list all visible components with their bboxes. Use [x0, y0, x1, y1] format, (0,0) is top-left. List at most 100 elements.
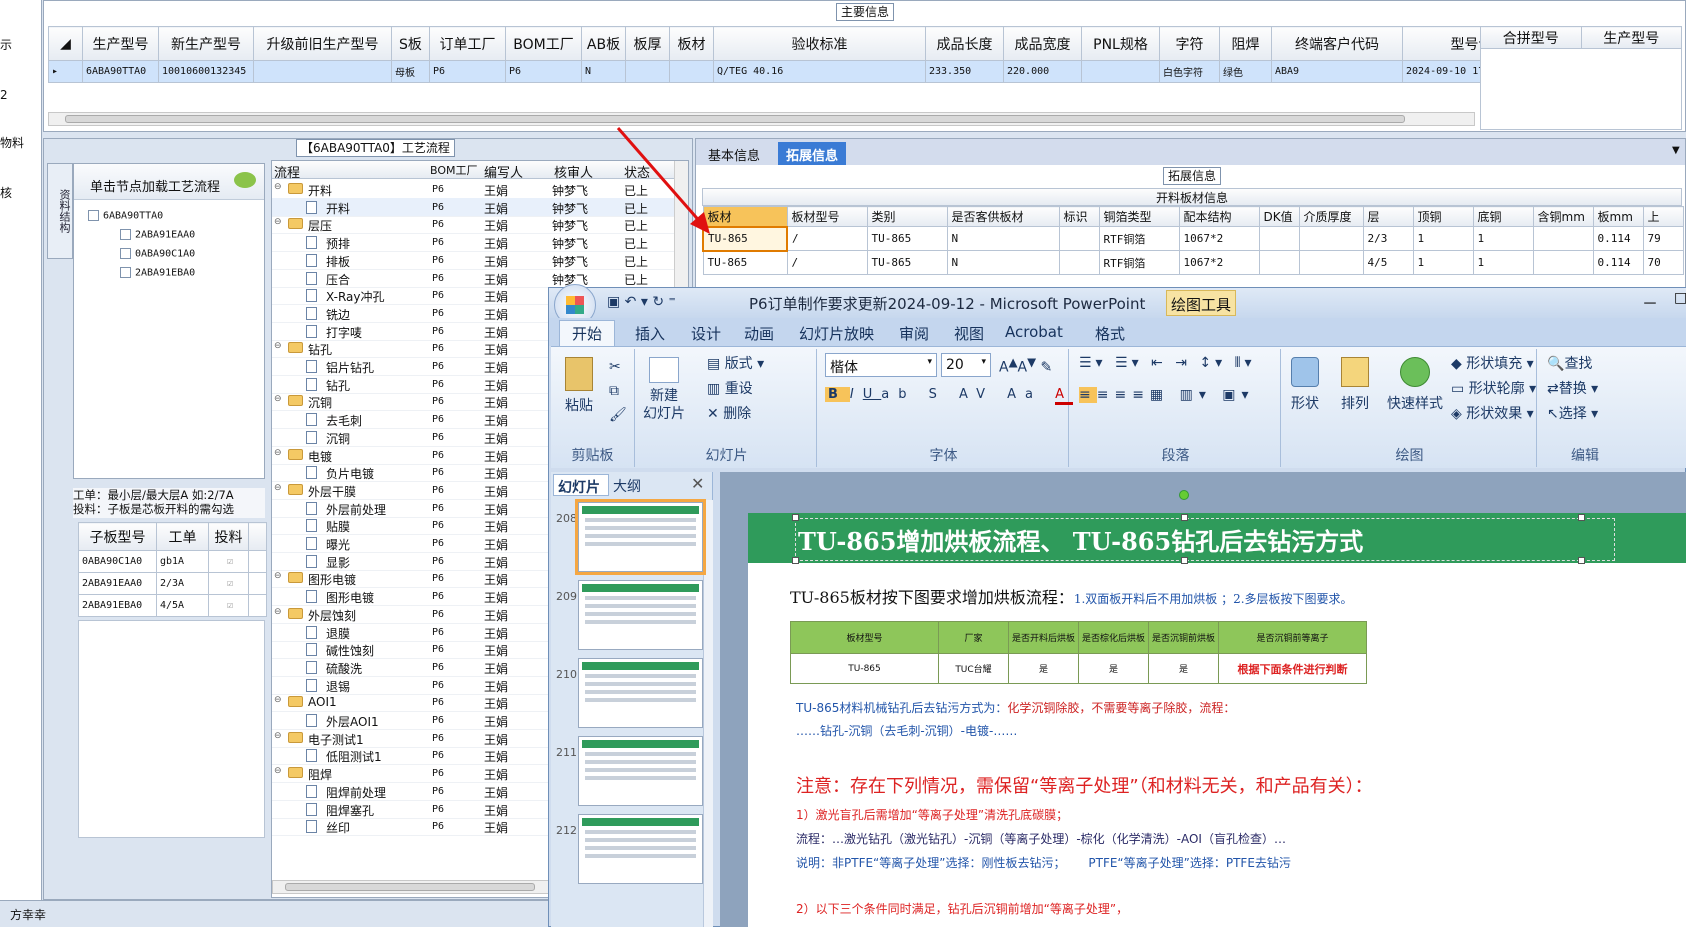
resize-handle[interactable]	[1181, 514, 1188, 521]
shape-effect-button[interactable]: ◈ 形状效果 ▾	[1451, 403, 1534, 423]
col-sub-model[interactable]: 子板型号	[78, 522, 157, 551]
shapes-button[interactable]: 形状	[1291, 357, 1319, 413]
flow-row[interactable]: 排板 P6 王娟 钟梦飞 已上	[272, 251, 674, 270]
tab-home[interactable]: 开始	[559, 320, 616, 346]
tab-format[interactable]: 格式	[1095, 323, 1125, 344]
delete-slide-button[interactable]: ✕ 删除	[707, 403, 751, 423]
col-header[interactable]: 板厚	[625, 26, 670, 61]
table-row[interactable]: TU-865/TU-865 N RTF铜箔 1067*2 2/3 1 1 0.114 79	[702, 225, 1684, 252]
find-button[interactable]: 🔍查找	[1547, 353, 1592, 373]
align-buttons[interactable]: ≡≡≡≡▦ ▥▾ ▣▾	[1079, 387, 1255, 403]
tree-node[interactable]: 2ABA91EBA0	[120, 267, 195, 279]
font-format-buttons[interactable]: B IUab S AV Aa A	[825, 387, 1074, 405]
expand-icon[interactable]: ⊖	[274, 607, 282, 617]
replace-button[interactable]: ⇄替换 ▾	[1547, 378, 1598, 398]
list-buttons[interactable]: ☰▾ ☰▾ ⇤ ⇥ ↕▾ ⫴▾	[1079, 355, 1256, 371]
slide-thumbnail[interactable]	[578, 736, 703, 806]
scroll-thumb[interactable]	[65, 115, 1405, 123]
expand-icon[interactable]: ⊖	[274, 182, 282, 192]
tree-node[interactable]: 2ABA91EAA0	[120, 229, 195, 241]
col-reviewer[interactable]: 核审人	[554, 162, 593, 181]
col-merge-model[interactable]: 合拼型号	[1480, 26, 1582, 49]
resize-handle[interactable]	[792, 557, 799, 564]
col-header[interactable]: DK值	[1258, 206, 1300, 227]
drawing-tools-context-tab[interactable]: 绘图工具	[1166, 290, 1236, 316]
col-header[interactable]: BOM工厂	[505, 26, 582, 61]
tab-review[interactable]: 审阅	[899, 323, 929, 344]
slide-thumbnail[interactable]	[578, 580, 703, 650]
main-hscrollbar[interactable]	[48, 112, 1475, 126]
expand-icon[interactable]: ⊖	[274, 341, 282, 351]
feed-checkbox[interactable]: ☑	[208, 572, 249, 595]
col-workorder[interactable]: 工单	[156, 522, 209, 551]
scroll-thumb[interactable]	[285, 883, 535, 891]
close-pane-icon[interactable]: ✕	[691, 474, 704, 493]
col-flow[interactable]: 流程	[274, 162, 300, 181]
col-header[interactable]: S板	[391, 26, 430, 61]
col-header[interactable]: 配本结构	[1178, 206, 1260, 227]
resize-handle[interactable]	[1578, 557, 1585, 564]
font-size-select[interactable]: 20 ▾	[941, 353, 991, 377]
flow-row[interactable]: 压合 P6 王娟 钟梦飞 已上	[272, 269, 674, 288]
col-header[interactable]: 升级前旧生产型号	[253, 26, 392, 61]
table-row[interactable]: ▸ 6ABA90TTA0 10010600132345 母板 P6 P6 N Q/TEG 40…	[48, 60, 1583, 83]
chat-bubble-icon[interactable]	[234, 172, 256, 188]
grow-font-icon[interactable]: A▲A▼ ✎	[999, 355, 1052, 376]
col-header[interactable]: 成品宽度	[1003, 26, 1082, 61]
expand-icon[interactable]: ⊖	[274, 571, 282, 581]
slide-thumbnail[interactable]	[575, 499, 706, 575]
tab-design[interactable]: 设计	[691, 323, 721, 344]
feed-checkbox[interactable]: ☑	[208, 594, 249, 617]
format-painter-icon[interactable]: 🖌	[609, 407, 627, 423]
table-row[interactable]: 2ABA91EBA0 4/5A ☑	[78, 594, 267, 617]
nav-item-2[interactable]: 2	[0, 88, 8, 102]
nav-item-4[interactable]: 核	[0, 184, 12, 201]
col-header[interactable]: 是否客供板材	[946, 206, 1060, 227]
tree-node[interactable]: 0ABA90C1A0	[120, 248, 195, 260]
thumb-scrollbar[interactable]	[703, 500, 713, 927]
tab-outline[interactable]: 大纲	[613, 476, 641, 496]
col-bom-factory[interactable]: BOM工厂	[430, 162, 478, 178]
font-name-select[interactable]: 楷体 ▾	[825, 353, 937, 377]
resize-handle[interactable]	[792, 514, 799, 521]
tab-view[interactable]: 视图	[954, 323, 984, 344]
expand-icon[interactable]: ⊖	[274, 731, 282, 741]
resize-handle[interactable]	[1578, 514, 1585, 521]
feed-checkbox[interactable]: ☑	[208, 550, 249, 573]
quick-style-button[interactable]: 快速样式	[1387, 357, 1443, 413]
table-row[interactable]: 0ABA90C1A0 gb1A ☑	[78, 550, 267, 573]
shape-outline-button[interactable]: ▭ 形状轮廓 ▾	[1451, 378, 1536, 398]
layout-button[interactable]: ▤ 版式 ▾	[707, 353, 764, 373]
minimize-button[interactable]: －	[1642, 290, 1658, 314]
nav-item-1[interactable]: 示	[0, 36, 12, 53]
table-row[interactable]: 2ABA91EAA0 2/3A ☑	[78, 572, 267, 595]
select-button[interactable]: ↖选择 ▾	[1547, 403, 1598, 423]
col-header[interactable]: 标识	[1058, 206, 1100, 227]
col-header[interactable]: 验收标准	[713, 26, 926, 61]
tab-insert[interactable]: 插入	[635, 323, 665, 344]
tab-acrobat[interactable]: Acrobat	[1005, 323, 1063, 341]
data-structure-tab[interactable]: 资料结构	[47, 163, 73, 259]
col-header[interactable]: 类别	[866, 206, 948, 227]
quick-access-toolbar[interactable]: ▣ ↶ ▾ ↻ ⁼	[607, 294, 676, 310]
paste-button[interactable]: 粘贴	[565, 357, 593, 415]
col-header[interactable]: 终端客户代码	[1271, 26, 1403, 61]
tab-ext-info[interactable]: 拓展信息	[778, 142, 847, 165]
tab-slideshow[interactable]: 幻灯片放映	[799, 323, 874, 344]
expand-icon[interactable]: ⊖	[274, 217, 282, 227]
col-header[interactable]: 顶铜	[1412, 206, 1474, 227]
slide-thumbnail[interactable]	[578, 658, 703, 728]
col-prod-model[interactable]: 生产型号	[1580, 26, 1682, 49]
maximize-button[interactable]: □	[1674, 290, 1686, 306]
new-slide-button[interactable]: 新建 幻灯片	[643, 357, 685, 423]
tab-animation[interactable]: 动画	[744, 323, 774, 344]
col-header[interactable]: 铜箔类型	[1098, 206, 1180, 227]
col-feed[interactable]: 投料	[208, 522, 249, 551]
expand-icon[interactable]: ⊖	[274, 483, 282, 493]
expand-icon[interactable]: ⊖	[274, 448, 282, 458]
rotate-handle[interactable]	[1179, 490, 1189, 500]
tree-root[interactable]: 6ABA90TTA0	[88, 210, 163, 222]
col-header[interactable]: 订单工厂	[429, 26, 506, 61]
col-header[interactable]: 生产型号	[82, 26, 159, 61]
slide-thumbnail[interactable]	[578, 814, 703, 884]
